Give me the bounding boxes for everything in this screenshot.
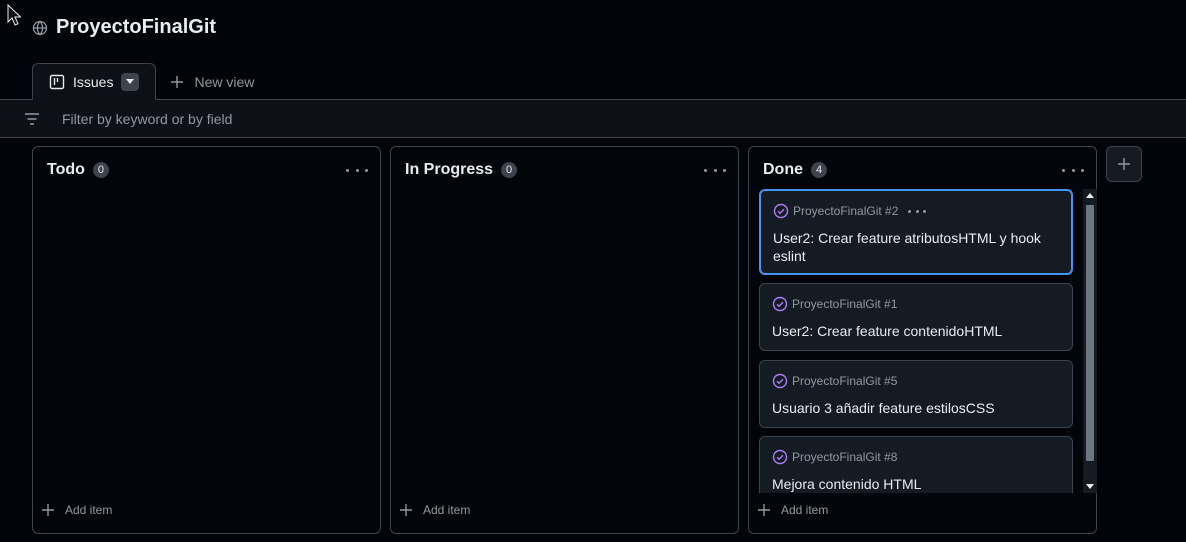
count-badge: 0 xyxy=(501,162,518,178)
column-menu-icon[interactable] xyxy=(704,161,726,179)
column-menu-icon[interactable] xyxy=(346,161,368,179)
card-menu-icon[interactable] xyxy=(908,209,927,213)
card-meta: ProyectoFinalGit #2 xyxy=(773,203,927,219)
scrollbar[interactable] xyxy=(1083,189,1097,493)
tab-issues[interactable]: Issues xyxy=(32,63,157,100)
page-title: ProyectoFinalGit xyxy=(56,16,217,38)
tab-issues-label: Issues xyxy=(73,73,114,90)
count-badge: 4 xyxy=(811,162,828,178)
card-title[interactable]: Mejora contenido HTML xyxy=(772,475,1062,493)
plus-icon xyxy=(41,503,55,517)
issue-closed-icon xyxy=(772,296,788,312)
add-item-button[interactable]: Add item xyxy=(757,503,828,517)
project-header: ProyectoFinalGit Issues New view xyxy=(0,0,1186,100)
column-todo: Todo 0 Add item xyxy=(32,146,381,534)
issue-card[interactable]: ProyectoFinalGit #1 User2: Crear feature… xyxy=(759,283,1073,351)
add-item-button[interactable]: Add item xyxy=(399,503,470,517)
plus-icon xyxy=(399,503,413,517)
filter-bar[interactable]: Filter by keyword or by field xyxy=(0,99,1186,138)
card-list: ProyectoFinalGit #2 User2: Crear feature… xyxy=(759,189,1073,493)
card-ref: ProyectoFinalGit #2 xyxy=(793,204,899,218)
column-title: Todo xyxy=(47,161,85,178)
plus-icon xyxy=(1117,157,1131,171)
card-ref: ProyectoFinalGit #8 xyxy=(792,450,898,464)
scrollbar-thumb[interactable] xyxy=(1086,205,1094,461)
add-item-button[interactable]: Add item xyxy=(41,503,112,517)
column-header: In Progress 0 xyxy=(405,161,518,179)
count-badge: 0 xyxy=(92,162,110,178)
card-ref: ProyectoFinalGit #1 xyxy=(792,297,898,311)
scroll-down-arrow-icon[interactable] xyxy=(1086,484,1094,489)
filter-icon[interactable] xyxy=(24,112,40,126)
issue-card[interactable]: ProyectoFinalGit #2 User2: Crear feature… xyxy=(759,189,1073,275)
card-meta: ProyectoFinalGit #5 xyxy=(772,373,897,389)
add-item-label: Add item xyxy=(65,503,113,517)
filter-input[interactable]: Filter by keyword or by field xyxy=(62,111,232,127)
plus-icon xyxy=(757,503,771,517)
card-title[interactable]: User2: Crear feature contenidoHTML xyxy=(772,322,1062,340)
add-item-label: Add item xyxy=(423,503,471,517)
chevron-down-icon[interactable] xyxy=(121,72,140,91)
issue-card[interactable]: ProyectoFinalGit #5 Usuario 3 añadir fea… xyxy=(759,360,1073,428)
project-title-row: ProyectoFinalGit xyxy=(32,16,216,39)
board: Todo 0 Add item In Progress 0 Add item D… xyxy=(0,138,1186,542)
add-item-label: Add item xyxy=(781,503,829,517)
card-title[interactable]: User2: Crear feature atributosHTML y hoo… xyxy=(773,229,1063,265)
issue-closed-icon xyxy=(772,449,788,465)
new-view-button[interactable]: New view xyxy=(156,63,268,100)
column-done: Done 4 ProyectoFinalGit #2 User2: Crear … xyxy=(748,146,1097,534)
column-in-progress: In Progress 0 Add item xyxy=(390,146,739,534)
card-meta: ProyectoFinalGit #1 xyxy=(772,296,897,312)
new-view-label: New view xyxy=(194,73,255,90)
card-meta: ProyectoFinalGit #8 xyxy=(772,449,897,465)
scroll-up-arrow-icon[interactable] xyxy=(1086,193,1094,198)
add-column-button[interactable] xyxy=(1106,146,1142,182)
view-tabs: Issues New view xyxy=(32,63,268,100)
plus-icon xyxy=(170,75,184,89)
issue-card[interactable]: ProyectoFinalGit #8 Mejora contenido HTM… xyxy=(759,436,1073,493)
board-icon xyxy=(49,74,65,90)
column-menu-icon[interactable] xyxy=(1062,161,1084,179)
column-header: Done 4 xyxy=(763,161,828,179)
card-ref: ProyectoFinalGit #5 xyxy=(792,374,898,388)
column-header: Todo 0 xyxy=(47,161,110,179)
issue-closed-icon xyxy=(772,373,788,389)
globe-icon xyxy=(32,20,48,36)
column-title: In Progress xyxy=(405,161,494,178)
card-title[interactable]: Usuario 3 añadir feature estilosCSS xyxy=(772,399,1062,417)
issue-closed-icon xyxy=(773,203,789,219)
mouse-cursor-icon xyxy=(7,3,22,31)
column-title: Done xyxy=(763,161,803,178)
